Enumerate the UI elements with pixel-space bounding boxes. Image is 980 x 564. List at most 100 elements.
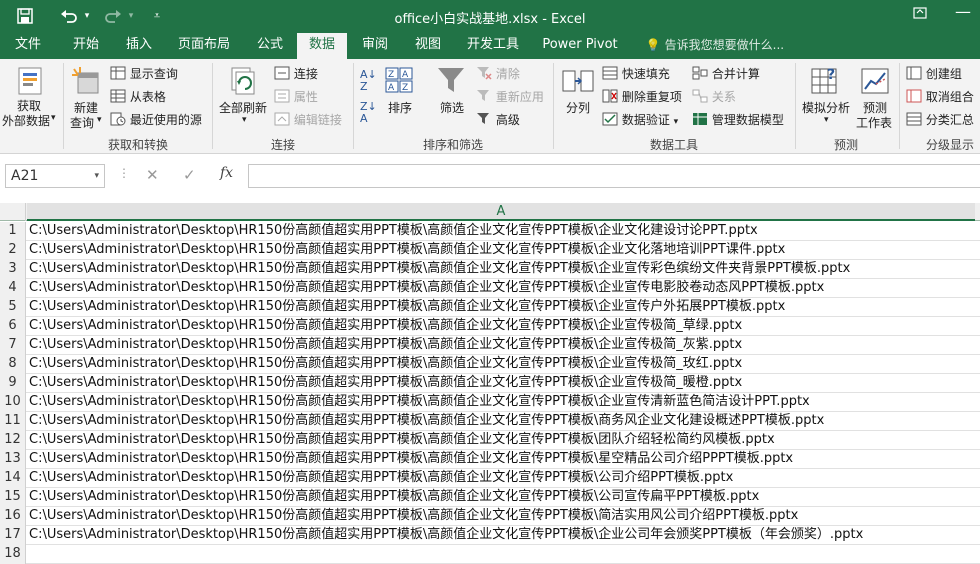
select-all-corner[interactable] bbox=[0, 203, 26, 221]
new-query-label-2[interactable]: 查询 bbox=[70, 114, 94, 131]
formula-bar-grip-icon[interactable]: ⋮ bbox=[118, 166, 130, 180]
cell-a13[interactable]: C:\Users\Administrator\Desktop\HR150份高颜值… bbox=[29, 450, 793, 469]
cell-a10[interactable]: C:\Users\Administrator\Desktop\HR150份高颜值… bbox=[29, 393, 810, 412]
sort-icon[interactable]: ZAAZ bbox=[385, 67, 413, 96]
new-query-icon[interactable] bbox=[70, 65, 102, 100]
tell-me-search[interactable]: 💡 告诉我您想要做什么... bbox=[640, 33, 790, 59]
what-if-analysis-icon[interactable]: ? bbox=[810, 65, 840, 100]
sort-za-icon[interactable]: Z↓ A bbox=[360, 101, 377, 125]
from-table-button[interactable]: 从表格 bbox=[110, 88, 166, 106]
remove-duplicates-button[interactable]: 删除重复项 bbox=[602, 88, 682, 106]
subtotal-button[interactable]: 分类汇总 bbox=[906, 111, 974, 129]
cell-a4[interactable]: C:\Users\Administrator\Desktop\HR150份高颜值… bbox=[29, 279, 824, 298]
tab-file[interactable]: 文件 bbox=[8, 33, 48, 59]
cell-a2[interactable]: C:\Users\Administrator\Desktop\HR150份高颜值… bbox=[29, 241, 785, 260]
tab-data[interactable]: 数据 bbox=[297, 33, 347, 59]
minimize-icon[interactable]: — bbox=[955, 2, 971, 21]
ribbon-display-options-icon[interactable] bbox=[913, 6, 927, 24]
forecast-label-2[interactable]: 工作表 bbox=[856, 114, 892, 131]
get-external-data-label-2[interactable]: 外部数据 bbox=[2, 112, 50, 129]
filter-label[interactable]: 筛选 bbox=[440, 99, 464, 116]
cell-a8[interactable]: C:\Users\Administrator\Desktop\HR150份高颜值… bbox=[29, 355, 742, 374]
refresh-all-icon[interactable] bbox=[228, 65, 258, 100]
group-label: 创建组 bbox=[925, 67, 962, 81]
cell-a3[interactable]: C:\Users\Administrator\Desktop\HR150份高颜值… bbox=[29, 260, 850, 279]
recent-sources-button[interactable]: 最近使用的源 bbox=[110, 111, 202, 129]
advanced-button[interactable]: 高级 bbox=[476, 111, 520, 129]
table-row: 13 C:\Users\Administrator\Desktop\HR150份高… bbox=[0, 450, 980, 469]
cell-a12[interactable]: C:\Users\Administrator\Desktop\HR150份高颜值… bbox=[29, 431, 775, 450]
text-to-columns-icon[interactable] bbox=[562, 67, 594, 98]
relationships-button[interactable]: 关系 bbox=[692, 88, 736, 106]
show-queries-button[interactable]: 显示查询 bbox=[110, 65, 178, 83]
cell-a1[interactable]: C:\Users\Administrator\Desktop\HR150份高颜值… bbox=[29, 222, 758, 241]
chevron-down-icon[interactable]: ▾ bbox=[51, 113, 56, 123]
cell-a9[interactable]: C:\Users\Administrator\Desktop\HR150份高颜值… bbox=[29, 374, 742, 393]
row-number[interactable]: 15 bbox=[0, 488, 26, 507]
tab-home[interactable]: 开始 bbox=[64, 33, 108, 59]
cell-a7[interactable]: C:\Users\Administrator\Desktop\HR150份高颜值… bbox=[29, 336, 742, 355]
row-number[interactable]: 4 bbox=[0, 279, 26, 298]
chevron-down-icon[interactable]: ▾ bbox=[242, 115, 247, 125]
flash-fill-button[interactable]: 快速填充 bbox=[602, 65, 670, 83]
row-number[interactable]: 7 bbox=[0, 336, 26, 355]
row-number[interactable]: 17 bbox=[0, 526, 26, 545]
forecast-sheet-icon[interactable] bbox=[860, 65, 890, 100]
row-number[interactable]: 8 bbox=[0, 355, 26, 374]
sort-az-icon[interactable]: A↓ Z bbox=[360, 69, 377, 93]
get-external-data-icon[interactable] bbox=[16, 65, 44, 100]
row-number[interactable]: 14 bbox=[0, 469, 26, 488]
what-if-label[interactable]: 模拟分析 bbox=[802, 99, 850, 116]
row-number[interactable]: 11 bbox=[0, 412, 26, 431]
row-number[interactable]: 16 bbox=[0, 507, 26, 526]
properties-button[interactable]: 属性 bbox=[274, 88, 318, 106]
tab-page-layout[interactable]: 页面布局 bbox=[172, 33, 236, 59]
cancel-icon[interactable]: ✕ bbox=[146, 166, 159, 184]
insert-function-icon[interactable]: fx bbox=[220, 165, 233, 181]
formula-input[interactable] bbox=[248, 164, 980, 188]
chevron-down-icon[interactable]: ▾ bbox=[97, 115, 102, 125]
tab-developer[interactable]: 开发工具 bbox=[461, 33, 525, 59]
row-number[interactable]: 2 bbox=[0, 241, 26, 260]
tab-power-pivot[interactable]: Power Pivot bbox=[539, 33, 621, 59]
data-validation-button[interactable]: 数据验证 ▾ bbox=[602, 111, 678, 129]
ungroup-button[interactable]: 取消组合 bbox=[906, 88, 974, 106]
row-number[interactable]: 13 bbox=[0, 450, 26, 469]
row-number[interactable]: 1 bbox=[0, 222, 26, 241]
row-number[interactable]: 10 bbox=[0, 393, 26, 412]
connections-button[interactable]: 连接 bbox=[274, 65, 318, 83]
table-row: 5 C:\Users\Administrator\Desktop\HR150份高颜… bbox=[0, 298, 980, 317]
clear-button[interactable]: 清除 bbox=[476, 65, 520, 83]
tab-formulas[interactable]: 公式 bbox=[250, 33, 290, 59]
sort-label[interactable]: 排序 bbox=[388, 99, 412, 116]
cell-a6[interactable]: C:\Users\Administrator\Desktop\HR150份高颜值… bbox=[29, 317, 742, 336]
cell-a11[interactable]: C:\Users\Administrator\Desktop\HR150份高颜值… bbox=[29, 412, 824, 431]
text-to-columns-label[interactable]: 分列 bbox=[566, 99, 590, 116]
cell-a17[interactable]: C:\Users\Administrator\Desktop\HR150份高颜值… bbox=[29, 526, 863, 545]
column-header-a[interactable]: A bbox=[27, 203, 975, 221]
row-number[interactable]: 6 bbox=[0, 317, 26, 336]
consolidate-button[interactable]: 合并计算 bbox=[692, 65, 760, 83]
group-button[interactable]: 创建组 bbox=[906, 65, 962, 83]
row-number[interactable]: 5 bbox=[0, 298, 26, 317]
cell-a16[interactable]: C:\Users\Administrator\Desktop\HR150份高颜值… bbox=[29, 507, 798, 526]
row-number[interactable]: 18 bbox=[0, 545, 26, 564]
chevron-down-icon[interactable]: ▾ bbox=[94, 165, 99, 187]
filter-icon[interactable] bbox=[436, 65, 466, 98]
cell-a14[interactable]: C:\Users\Administrator\Desktop\HR150份高颜值… bbox=[29, 469, 733, 488]
edit-links-button[interactable]: 编辑链接 bbox=[274, 111, 342, 129]
row-number[interactable]: 3 bbox=[0, 260, 26, 279]
reapply-button[interactable]: 重新应用 bbox=[476, 88, 544, 106]
tab-view[interactable]: 视图 bbox=[407, 33, 449, 59]
tab-insert[interactable]: 插入 bbox=[118, 33, 160, 59]
chevron-down-icon[interactable]: ▾ bbox=[824, 115, 829, 125]
cell-a5[interactable]: C:\Users\Administrator\Desktop\HR150份高颜值… bbox=[29, 298, 785, 317]
name-box[interactable]: A21 ▾ bbox=[5, 164, 105, 188]
confirm-icon[interactable]: ✓ bbox=[183, 166, 196, 184]
row-number[interactable]: 12 bbox=[0, 431, 26, 450]
tab-review[interactable]: 审阅 bbox=[354, 33, 396, 59]
manage-data-model-button[interactable]: 管理数据模型 bbox=[692, 111, 784, 129]
cell-a15[interactable]: C:\Users\Administrator\Desktop\HR150份高颜值… bbox=[29, 488, 759, 507]
row-number[interactable]: 9 bbox=[0, 374, 26, 393]
refresh-all-label[interactable]: 全部刷新 bbox=[219, 99, 267, 116]
